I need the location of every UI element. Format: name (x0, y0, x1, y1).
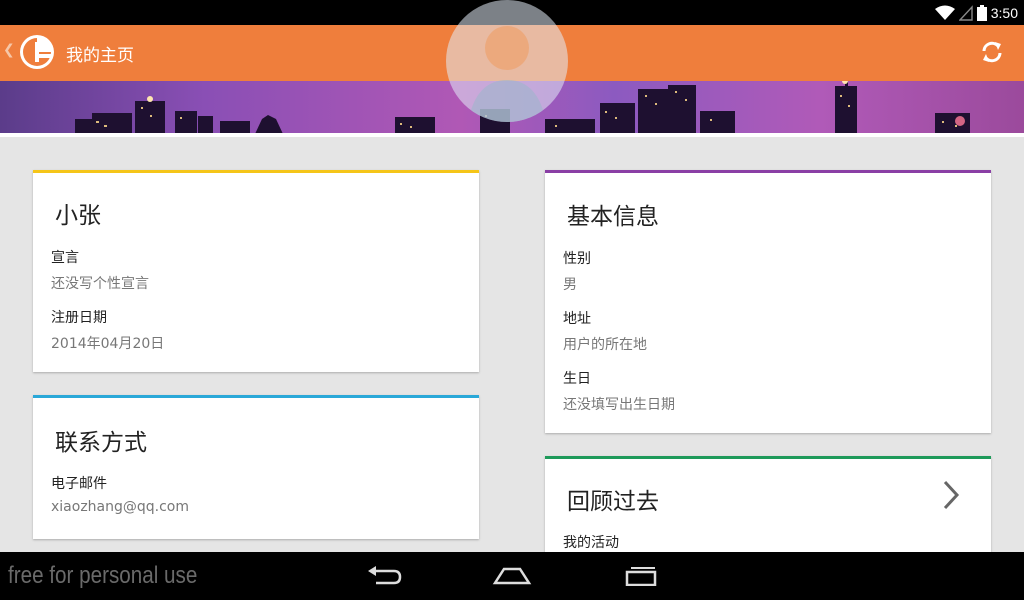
avatar[interactable] (446, 0, 568, 122)
status-time: 3:50 (990, 4, 1018, 21)
email-value[interactable]: xiaozhang@qq.com (51, 499, 189, 515)
back-arrow-icon (368, 566, 402, 585)
address-label: 地址 (563, 311, 591, 327)
email-label: 电子邮件 (51, 476, 107, 492)
watermark-text: free for personal use (8, 562, 198, 589)
birthday-label: 生日 (563, 371, 591, 387)
refresh-icon (982, 41, 1002, 63)
page-title: 我的主页 (66, 46, 134, 66)
screen: 3:50 ❮ 我的主页 小张 宣言 还没写个性宣言 注册日期 2014年04月2… (0, 0, 1024, 600)
contact-card: 联系方式 电子邮件 xiaozhang@qq.com (33, 395, 479, 539)
banner-divider (0, 133, 1024, 137)
signal-icon (958, 4, 973, 21)
address-value: 用户的所在地 (563, 337, 647, 353)
home-icon (492, 567, 532, 585)
back-button[interactable] (354, 552, 414, 600)
back-caret-icon[interactable]: ❮ (3, 42, 15, 58)
default-avatar-icon (468, 26, 546, 122)
motto-value: 还没写个性宣言 (51, 276, 149, 292)
user-name: 小张 (55, 203, 101, 229)
basic-info-card-title: 基本信息 (567, 204, 659, 230)
app-logo-icon[interactable] (20, 35, 54, 69)
birthday-value: 还没填写出生日期 (563, 397, 675, 413)
status-icons: 3:50 (934, 0, 1018, 25)
navigation-bar: free for personal use (0, 552, 1024, 600)
gender-value: 男 (563, 277, 577, 293)
battery-icon (976, 4, 987, 21)
register-date-label: 注册日期 (51, 310, 107, 326)
gender-label: 性别 (563, 251, 591, 267)
contact-card-title: 联系方式 (55, 430, 147, 456)
recent-apps-icon (625, 567, 657, 586)
basic-info-card: 基本信息 性别 男 地址 用户的所在地 生日 还没填写出生日期 (545, 170, 991, 433)
chevron-right-icon[interactable] (941, 479, 961, 515)
recent-apps-button[interactable] (611, 552, 671, 600)
my-activity-label: 我的活动 (563, 535, 619, 551)
motto-label: 宣言 (51, 250, 79, 266)
history-card-title: 回顾过去 (567, 489, 659, 515)
register-date-value: 2014年04月20日 (51, 336, 165, 352)
home-button[interactable] (482, 552, 542, 600)
wifi-icon (934, 5, 955, 21)
profile-card: 小张 宣言 还没写个性宣言 注册日期 2014年04月20日 (33, 170, 479, 372)
refresh-button[interactable] (978, 38, 1006, 66)
